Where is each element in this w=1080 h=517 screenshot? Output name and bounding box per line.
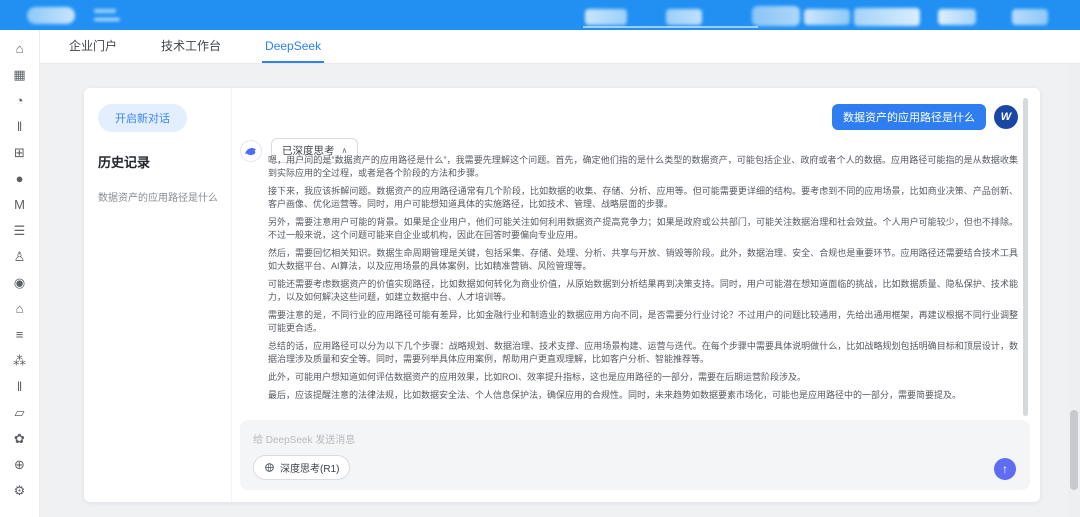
nav-blur-line	[94, 18, 120, 21]
nav-item-blurred[interactable]	[804, 9, 850, 25]
chat-scrollbar[interactable]	[1023, 98, 1028, 416]
user-message-bubble: 数据资产的应用路径是什么	[832, 104, 986, 130]
send-button[interactable]: ↑	[994, 458, 1016, 480]
ai-paragraph: 接下来，我应该拆解问题。数据资产的应用路径通常有几个阶段，比如数据的收集、存储、…	[268, 185, 1018, 211]
deepthink-icon	[264, 462, 275, 473]
ai-paragraph: 然后，需要回忆相关知识。数据生命周期管理是关键，包括采集、存储、处理、分析、共享…	[268, 247, 1018, 273]
nav-item-blurred[interactable]	[752, 6, 800, 26]
assistant-reasoning-text: 嗯，用户问的是“数据资产的应用路径是什么”，我需要先理解这个问题。首先，确定他们…	[268, 154, 1018, 408]
arrow-up-icon: ↑	[1002, 462, 1008, 476]
page-scrollbar-thumb[interactable]	[1070, 410, 1078, 490]
user-icon[interactable]: ♙	[11, 248, 28, 265]
user-message-row: 数据资产的应用路径是什么 W	[232, 104, 1018, 130]
nav-item-blurred[interactable]	[585, 9, 627, 25]
user-avatar: W	[994, 105, 1018, 129]
ai-paragraph: 最后，应该提醒注意的法律法规，比如数据安全法、个人信息保护法，确保应用的合规性。…	[268, 389, 1018, 402]
ai-paragraph: 嗯，用户问的是“数据资产的应用路径是什么”，我需要先理解这个问题。首先，确定他们…	[268, 154, 1018, 180]
nav-underline	[583, 26, 758, 28]
history-panel: 开启新对话 历史记录 数据资产的应用路径是什么	[84, 88, 232, 502]
page-scrollbar-track[interactable]	[1068, 64, 1080, 517]
tab-tech-workbench[interactable]: 技术工作台	[158, 30, 224, 63]
tab-deepseek[interactable]: DeepSeek	[262, 30, 324, 63]
tab-bar: 企业门户 技术工作台 DeepSeek	[40, 30, 1080, 64]
deepthink-r1-button[interactable]: 深度思考(R1)	[253, 455, 350, 480]
screen-icon[interactable]: ⊞	[11, 144, 28, 161]
m-app-icon[interactable]: M	[11, 196, 28, 213]
deepseek-whale-icon	[240, 140, 262, 162]
sitemap-icon[interactable]: ⁂	[11, 352, 28, 369]
home-alt-icon[interactable]: ⌂	[11, 300, 28, 317]
deepthink-label: 深度思考(R1)	[280, 460, 339, 475]
app-window: ⌂ ▦ ◔ ‖ ⊞ ● M ☰ ♙ ◉ ⌂ ≡ ⁂ ‖ ▱ ✿ ⊕ ⚙ 企业门户…	[0, 0, 1080, 517]
list-icon[interactable]: ☰	[11, 222, 28, 239]
ai-paragraph: 此外，可能用户想知道如何评估数据资产的应用效果，比如ROI、效率提升指标，这也是…	[268, 371, 1018, 384]
ai-paragraph: 另外，需要注意用户可能的背景。如果是企业用户，他们可能关注如何利用数据资产提高竞…	[268, 216, 1018, 242]
circle-app-icon[interactable]: ●	[11, 170, 28, 187]
history-item[interactable]: 数据资产的应用路径是什么	[98, 189, 217, 204]
nav-item-blurred[interactable]	[666, 9, 702, 25]
composer-placeholder: 给 DeepSeek 发送消息	[253, 431, 355, 446]
folder-icon[interactable]: ▱	[11, 404, 28, 421]
barcode-alt-icon[interactable]: ‖	[11, 378, 28, 395]
deepseek-chat-card: 开启新对话 历史记录 数据资产的应用路径是什么 数据资产的应用路径是什么 W 已…	[84, 88, 1040, 502]
nav-blur-line	[94, 9, 116, 13]
globe-icon[interactable]: ⊕	[11, 456, 28, 473]
ai-paragraph: 可能还需要考虑数据资产的价值实现路径，比如数据如何转化为商业价值，从原始数据到分…	[268, 278, 1018, 304]
flower-icon[interactable]: ✿	[11, 430, 28, 447]
nav-item-blurred[interactable]	[854, 8, 920, 26]
icon-sidebar: ⌂ ▦ ◔ ‖ ⊞ ● M ☰ ♙ ◉ ⌂ ≡ ⁂ ‖ ▱ ✿ ⊕ ⚙	[0, 30, 40, 517]
pie-chart-icon[interactable]: ◔	[11, 92, 28, 109]
ai-paragraph: 总结的话，应用路径可以分为以下几个步骤：战略规划、数据治理、技术支撑、应用场景构…	[268, 340, 1018, 366]
home-icon[interactable]: ⌂	[11, 40, 28, 57]
barcode-icon[interactable]: ‖	[11, 118, 28, 135]
gear-icon[interactable]: ⚙	[11, 482, 28, 499]
nav-item-blurred[interactable]	[1012, 9, 1048, 25]
organization-icon[interactable]: ▦	[11, 66, 28, 83]
top-nav-bar	[0, 0, 1080, 30]
menu-lines-icon[interactable]: ≡	[11, 326, 28, 343]
ai-paragraph: 需要确保回答结构清晰的部分，比如数据资产的确权，这在数据要素市场很重要，但可能在…	[268, 407, 1018, 408]
nav-item-blurred[interactable]	[938, 9, 976, 25]
ai-paragraph: 需要注意的是，不同行业的应用路径可能有差异，比如金融行业和制造业的数据应用方向不…	[268, 309, 1018, 335]
app-logo	[27, 7, 75, 24]
message-composer[interactable]: 给 DeepSeek 发送消息 深度思考(R1) ↑	[240, 420, 1030, 490]
new-chat-button[interactable]: 开启新对话	[98, 104, 187, 132]
history-title: 历史记录	[98, 152, 217, 171]
shield-icon[interactable]: ◉	[11, 274, 28, 291]
tab-enterprise-portal[interactable]: 企业门户	[66, 30, 120, 63]
